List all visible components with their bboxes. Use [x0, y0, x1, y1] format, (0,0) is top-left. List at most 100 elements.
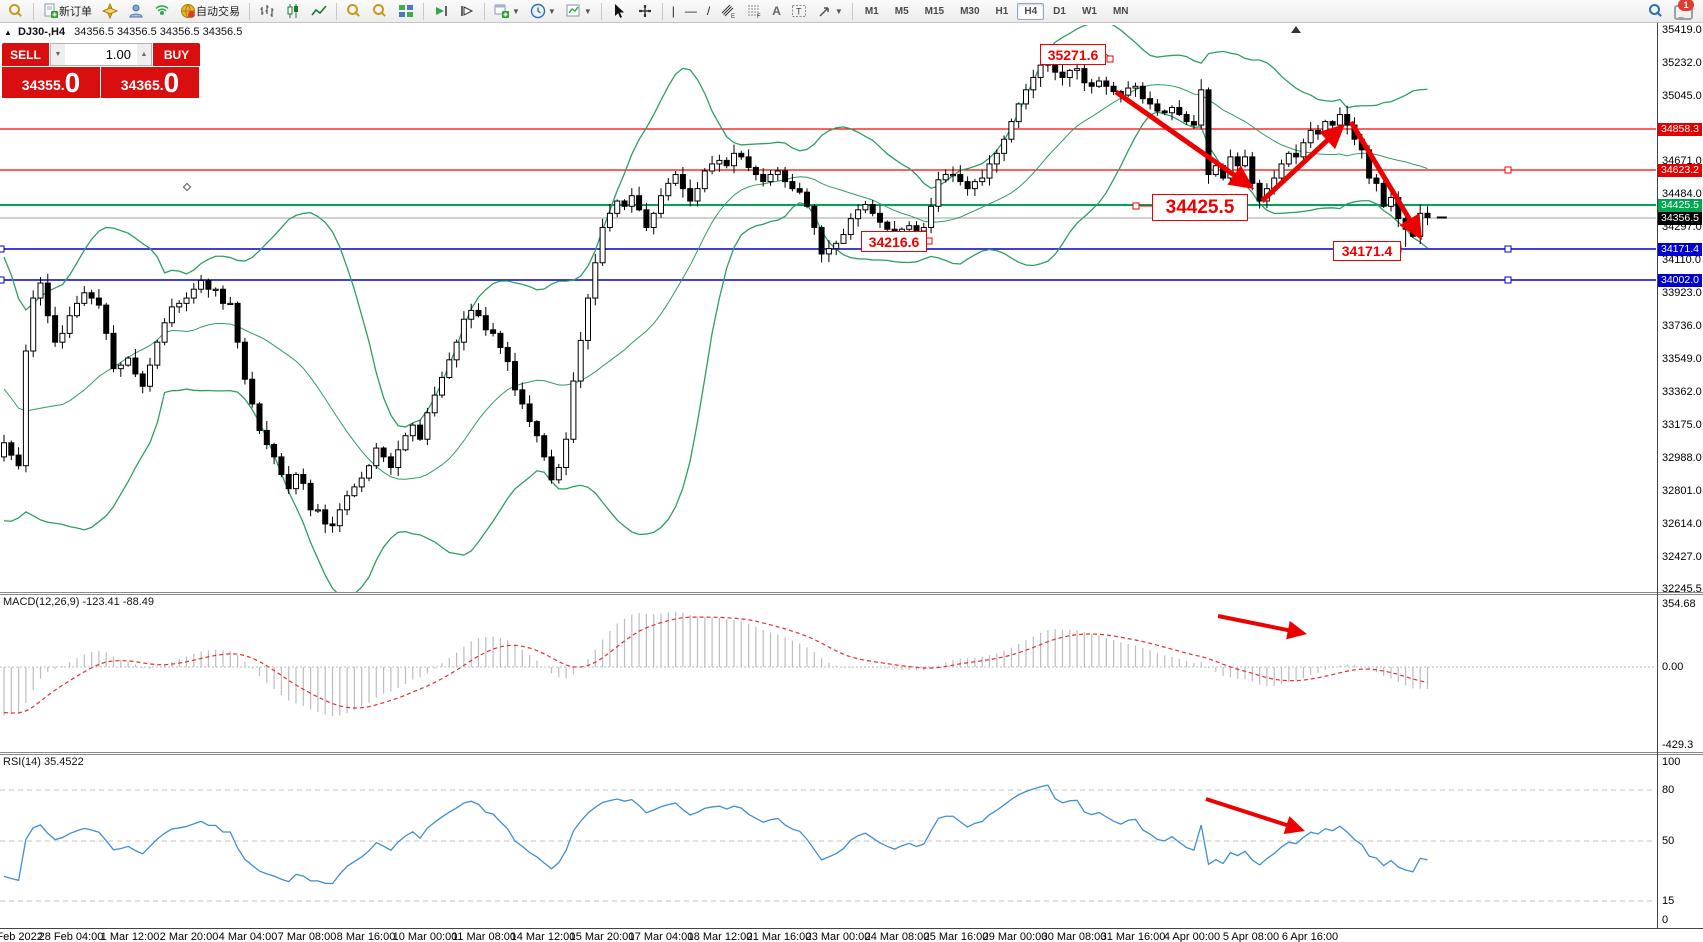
new-order-button[interactable]: 新订单	[39, 1, 96, 22]
periods-button[interactable]: ▼	[526, 1, 560, 22]
candle-body	[1133, 86, 1138, 88]
timeframe-button-H1[interactable]: H1	[989, 3, 1016, 20]
zoom-in-button[interactable]	[342, 1, 366, 22]
bar-chart-icon	[259, 3, 275, 19]
line-handle[interactable]	[1505, 277, 1511, 283]
toolbar: 新订单 自动交易	[0, 0, 1703, 23]
timeframe-button-W1[interactable]: W1	[1075, 3, 1104, 20]
bollinger-upper-band[interactable]	[4, 21, 1428, 427]
line-handle[interactable]	[1505, 167, 1511, 173]
line-handle[interactable]	[1133, 203, 1139, 209]
pane-divider[interactable]	[0, 592, 1703, 595]
volume-decrease-button[interactable]: ▼	[51, 44, 65, 65]
timeframe-button-M30[interactable]: M30	[953, 3, 986, 20]
candle-body	[732, 153, 737, 165]
axis-tick-label: 32427.0	[1662, 551, 1702, 563]
candle-body	[264, 430, 269, 444]
price-annotation-label[interactable]: 34171.4	[1333, 241, 1401, 261]
shapes-tool-button[interactable]: ▼	[813, 1, 847, 22]
market-watch-button[interactable]	[98, 1, 122, 22]
candle-body	[1206, 90, 1211, 175]
timeframe-button-M5[interactable]: M5	[888, 3, 916, 20]
price-annotation-label[interactable]: 34216.6	[861, 231, 927, 252]
line-chart-button[interactable]	[307, 1, 331, 22]
tile-windows-button[interactable]	[394, 1, 418, 22]
indicators-button[interactable]: ▼	[562, 1, 596, 22]
trendline-tool-button[interactable]: /	[703, 1, 714, 22]
price-annotation-label[interactable]: 34425.5	[1152, 194, 1248, 221]
sell-price[interactable]: 34355. 0	[2, 67, 100, 98]
chart-canvas[interactable]	[0, 0, 1703, 942]
timeframe-button-MN[interactable]: MN	[1106, 3, 1136, 20]
fibonacci-tool-button[interactable]: F	[742, 1, 766, 22]
candle-body	[294, 475, 299, 489]
candle-body	[1148, 99, 1153, 104]
auto-scroll-button[interactable]	[429, 1, 453, 22]
timeframe-button-H4[interactable]: H4	[1017, 3, 1044, 20]
candle-body	[491, 330, 496, 334]
line-handle[interactable]	[1107, 56, 1113, 62]
text-tool-button[interactable]: A	[768, 1, 785, 22]
price-annotation-label[interactable]: 35271.6	[1040, 44, 1106, 65]
trend-arrow[interactable]	[1206, 799, 1290, 826]
hline-tool-button[interactable]: —	[681, 1, 701, 22]
cursor-tool-button[interactable]	[607, 1, 631, 22]
text-tool-icon: A	[772, 3, 781, 19]
timeframe-button-D1[interactable]: D1	[1046, 3, 1073, 20]
candle-body	[805, 192, 810, 206]
label-tool-button[interactable]: T	[787, 1, 811, 22]
one-click-trading-panel: SELL ▼ 1.00 ▲ BUY 34355. 0 34365. 0	[2, 43, 200, 98]
timeframe-button-M15[interactable]: M15	[918, 3, 951, 20]
trend-arrow[interactable]	[1116, 92, 1238, 177]
volume-input[interactable]: 1.00	[65, 44, 137, 65]
chart-shift-marker[interactable]	[1291, 26, 1301, 33]
vline-tool-button[interactable]: |	[668, 1, 679, 22]
candle-body	[702, 171, 707, 189]
one-click-collapse-icon[interactable]: ▲	[4, 28, 12, 37]
rsi-pane[interactable]	[0, 785, 1656, 901]
candle-body	[673, 175, 678, 184]
buy-button[interactable]: BUY	[153, 43, 200, 66]
macd-pane[interactable]	[0, 612, 1656, 716]
axis-tick-label: 0.00	[1662, 661, 1683, 673]
new-chart-button[interactable]: ▼	[490, 1, 524, 22]
candle-body	[447, 360, 452, 378]
line-handle[interactable]	[0, 246, 4, 252]
volume-increase-button[interactable]: ▲	[137, 44, 151, 65]
candle-body	[907, 226, 912, 230]
candle-body	[958, 175, 963, 182]
candle-body	[768, 175, 773, 182]
axis-tick-label: 35419.0	[1662, 24, 1702, 36]
time-axis-border	[0, 928, 1703, 929]
candle-body	[250, 379, 255, 404]
main-chart-pane[interactable]	[0, 21, 1656, 596]
auto-trade-button[interactable]: 自动交易	[176, 1, 244, 22]
candle-chart-button[interactable]	[281, 1, 305, 22]
line-handle[interactable]	[0, 277, 4, 283]
sell-button[interactable]: SELL	[2, 43, 49, 66]
bollinger-lower-band[interactable]	[4, 112, 1428, 596]
candle-body	[1199, 90, 1204, 125]
channel-tool-button[interactable]: E	[716, 1, 740, 22]
candle-body	[943, 175, 948, 180]
contacts-button[interactable]	[124, 1, 148, 22]
platform-logo-icon[interactable]	[4, 1, 28, 22]
clock-icon	[530, 3, 546, 19]
pane-divider[interactable]	[0, 752, 1703, 755]
line-handle[interactable]	[1505, 246, 1511, 252]
search-button[interactable]	[1644, 1, 1668, 22]
notifications-button[interactable]: 1	[1670, 1, 1694, 22]
crosshair-tool-button[interactable]	[633, 1, 657, 22]
timeframe-toolbar: M1M5M15M30H1H4D1W1MN	[857, 3, 1137, 20]
bollinger-middle-band[interactable]	[4, 85, 1428, 480]
candle-body	[410, 425, 415, 436]
signals-button[interactable]	[150, 1, 174, 22]
bar-chart-button[interactable]	[255, 1, 279, 22]
buy-price[interactable]: 34365. 0	[101, 67, 199, 98]
candle-body	[1038, 65, 1043, 77]
trend-arrow[interactable]	[1218, 616, 1291, 631]
chart-shift-button[interactable]	[455, 1, 479, 22]
zoom-out-button[interactable]	[368, 1, 392, 22]
candle-body	[1082, 69, 1087, 83]
timeframe-button-M1[interactable]: M1	[858, 3, 886, 20]
